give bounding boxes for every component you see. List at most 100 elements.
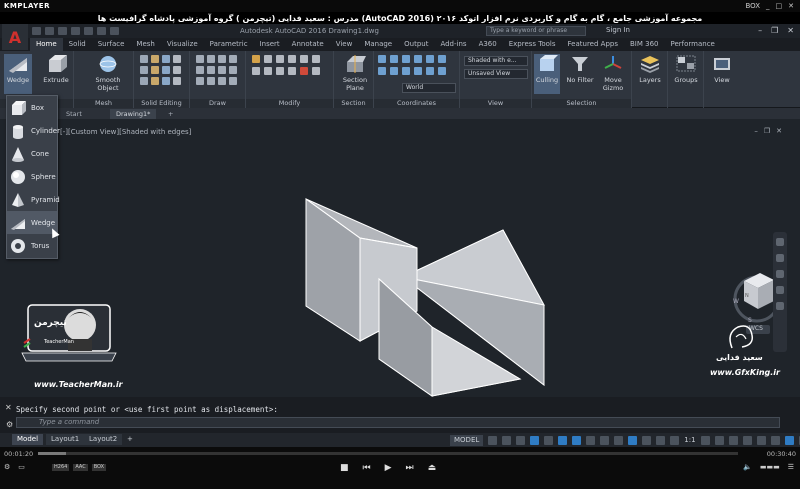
- undo-icon[interactable]: [97, 27, 106, 35]
- no-filter-button[interactable]: No Filter: [565, 54, 595, 94]
- ribbon-tab-solid[interactable]: Solid: [63, 38, 92, 51]
- close-icon[interactable]: ✕: [788, 2, 794, 10]
- intersect-icon[interactable]: [140, 77, 148, 85]
- offset-icon[interactable]: [288, 67, 296, 75]
- drawing-viewport[interactable]: [-][Custom View][Shaded with edges] – ❐ …: [0, 119, 800, 397]
- spline-icon[interactable]: [207, 66, 215, 74]
- volume-slider[interactable]: ▬▬▬: [760, 463, 780, 471]
- helix-icon[interactable]: [218, 77, 226, 85]
- command-input[interactable]: Type a command: [16, 417, 780, 428]
- ribbon-tab-featured-apps[interactable]: Featured Apps: [562, 38, 624, 51]
- separate-icon[interactable]: [173, 66, 181, 74]
- isodraft-icon[interactable]: [544, 435, 554, 445]
- search-input[interactable]: Type a keyword or phrase: [486, 26, 586, 36]
- annotation-scale[interactable]: 1:1: [684, 436, 695, 444]
- boundary-icon[interactable]: [207, 77, 215, 85]
- explode-icon[interactable]: [312, 67, 320, 75]
- ribbon-tab-view[interactable]: View: [330, 38, 359, 51]
- snap-icon[interactable]: [502, 435, 512, 445]
- ucs-3point-icon[interactable]: [378, 67, 386, 75]
- model-layout-tab[interactable]: Model: [12, 434, 44, 445]
- player-settings-icon[interactable]: ⚙: [4, 463, 10, 471]
- mirror-icon[interactable]: [300, 55, 308, 63]
- polar-icon[interactable]: [530, 435, 540, 445]
- solid-menu-item-sphere[interactable]: Sphere: [7, 165, 57, 188]
- acad-close-icon[interactable]: ✕: [787, 26, 794, 35]
- selection-cycling-icon[interactable]: [614, 435, 624, 445]
- copy-icon[interactable]: [288, 55, 296, 63]
- next-icon[interactable]: ⏭: [406, 463, 414, 473]
- plot-icon[interactable]: [84, 27, 93, 35]
- solid-menu-item-torus[interactable]: Torus: [7, 234, 57, 257]
- interfere-icon[interactable]: [151, 77, 159, 85]
- units-icon[interactable]: [742, 435, 752, 445]
- annotation-monitor-icon[interactable]: [728, 435, 738, 445]
- drawing-tab[interactable]: Drawing1*: [110, 109, 157, 119]
- saveas-icon[interactable]: [71, 27, 80, 35]
- steering-wheel-icon[interactable]: [776, 238, 784, 246]
- move-icon[interactable]: [252, 55, 260, 63]
- selection-filter-icon[interactable]: [656, 435, 666, 445]
- ribbon-tab-bim-360[interactable]: BIM 360: [624, 38, 665, 51]
- signin-button[interactable]: Sign In: [606, 26, 630, 34]
- ucs-z-icon[interactable]: [426, 55, 434, 63]
- ribbon-tab-home[interactable]: Home: [30, 38, 63, 51]
- union-icon[interactable]: [140, 55, 148, 63]
- ucs-icon[interactable]: [378, 55, 386, 63]
- transparency-icon[interactable]: [600, 435, 610, 445]
- ucs-origin-icon[interactable]: [390, 55, 398, 63]
- add-layout-button[interactable]: +: [122, 434, 138, 445]
- workspace-switch-icon[interactable]: [714, 435, 724, 445]
- ucs-y-icon[interactable]: [414, 55, 422, 63]
- rotate-icon[interactable]: [264, 55, 272, 63]
- region-icon[interactable]: [196, 77, 204, 85]
- stop-icon[interactable]: ■: [340, 463, 349, 473]
- command-close-icon[interactable]: ✕: [5, 403, 12, 412]
- fillet-icon[interactable]: [312, 55, 320, 63]
- object-snap-tracking-icon[interactable]: [558, 435, 568, 445]
- quick-properties-icon[interactable]: [756, 435, 766, 445]
- ribbon-tab-manage[interactable]: Manage: [358, 38, 398, 51]
- thicken-icon[interactable]: [151, 66, 159, 74]
- start-tab[interactable]: Start: [60, 109, 88, 119]
- ucs-view-icon[interactable]: [438, 55, 446, 63]
- trim-icon[interactable]: [276, 55, 284, 63]
- ribbon-tab-surface[interactable]: Surface: [92, 38, 131, 51]
- arc-icon[interactable]: [229, 55, 237, 63]
- ellipse-icon[interactable]: [218, 66, 226, 74]
- orbit-icon[interactable]: [776, 286, 784, 294]
- polyline-icon[interactable]: [207, 55, 215, 63]
- command-wrench-icon[interactable]: ⚙: [6, 420, 13, 429]
- ucs-object-icon[interactable]: [402, 67, 410, 75]
- array-icon[interactable]: [276, 67, 284, 75]
- object-snap-icon[interactable]: [572, 435, 582, 445]
- application-menu-button[interactable]: A: [2, 24, 28, 50]
- eject-icon[interactable]: ⏏: [428, 463, 437, 473]
- erase-icon[interactable]: [300, 67, 308, 75]
- volume-icon[interactable]: 🔈: [743, 463, 752, 471]
- ribbon-tab-annotate[interactable]: Annotate: [286, 38, 330, 51]
- lock-ui-icon[interactable]: [770, 435, 780, 445]
- play-icon[interactable]: ▶: [385, 463, 392, 473]
- grid-icon[interactable]: [488, 435, 498, 445]
- ucs-face-icon[interactable]: [390, 67, 398, 75]
- ribbon-tab-mesh[interactable]: Mesh: [130, 38, 160, 51]
- subtract-icon[interactable]: [140, 66, 148, 74]
- wedge-button[interactable]: Wedge: [4, 54, 32, 94]
- fillet-edges-icon[interactable]: [162, 77, 170, 85]
- model-space-toggle[interactable]: MODEL: [450, 434, 484, 446]
- line-icon[interactable]: [196, 55, 204, 63]
- solid-menu-item-cylinder[interactable]: Cylinder: [7, 119, 60, 142]
- acad-restore-icon[interactable]: ❐: [771, 26, 778, 35]
- ortho-icon[interactable]: [516, 435, 526, 445]
- showmotion-icon[interactable]: [776, 302, 784, 310]
- minimize-icon[interactable]: _: [766, 2, 770, 10]
- layers-button[interactable]: Layers: [636, 54, 664, 94]
- section-plane-button[interactable]: Section Plane: [339, 54, 371, 94]
- ribbon-tab-performance[interactable]: Performance: [664, 38, 720, 51]
- player-screen-icon[interactable]: ▭: [18, 463, 25, 471]
- annotation-visibility-icon[interactable]: [700, 435, 710, 445]
- seek-bar[interactable]: [38, 452, 738, 455]
- visual-style-dropdown[interactable]: Shaded with e...: [464, 56, 528, 66]
- solid-menu-item-cone[interactable]: Cone: [7, 142, 57, 165]
